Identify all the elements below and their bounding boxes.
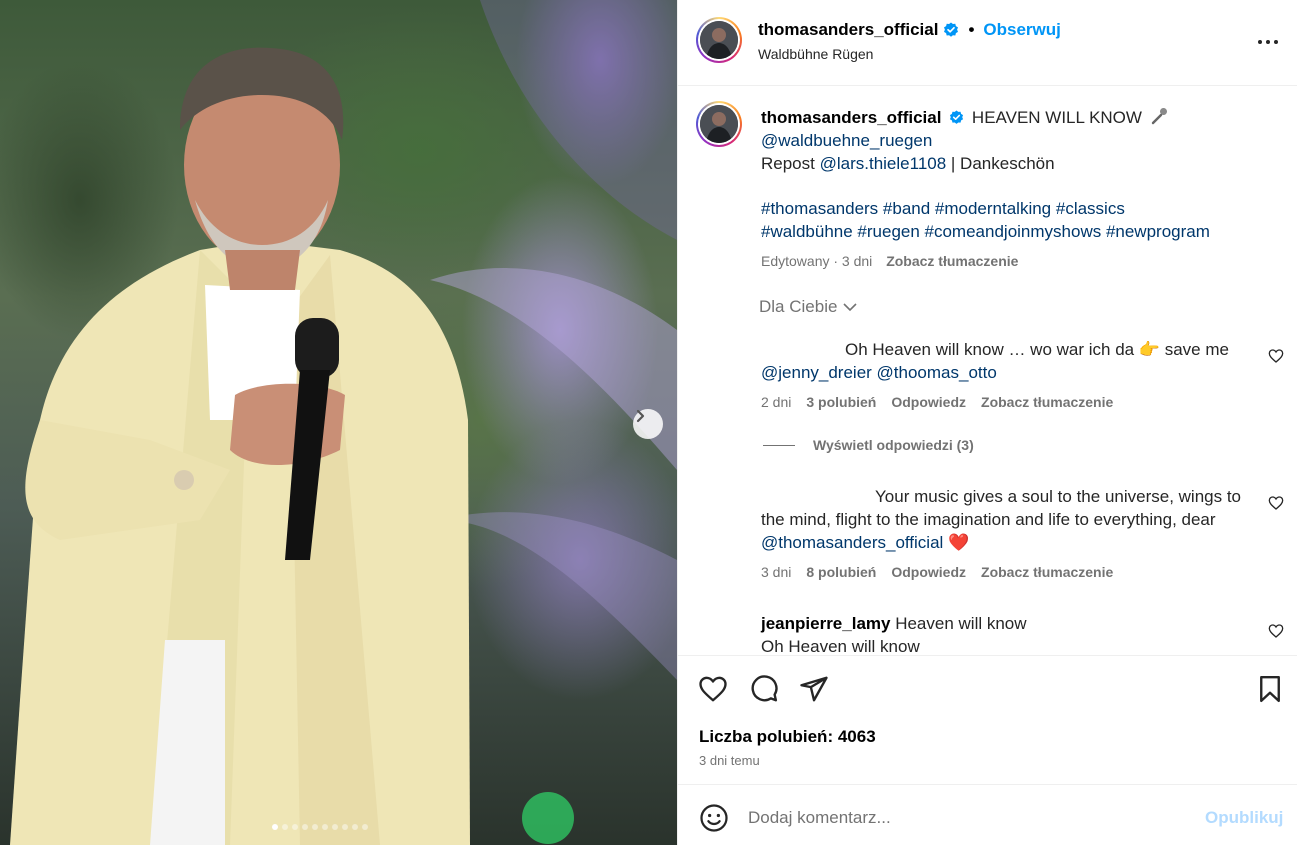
carousel-dot	[312, 824, 318, 830]
repost-mention[interactable]: @lars.thiele1108	[820, 154, 947, 173]
repost-prefix: Repost	[761, 154, 815, 173]
comment-translate-link[interactable]: Zobacz tłumaczenie	[981, 394, 1113, 410]
comment-meta-2: 3 dni 8 polubień Odpowiedz Zobacz tłumac…	[761, 564, 1113, 580]
avatar-image	[700, 21, 738, 59]
like-comment-heart-icon[interactable]	[1268, 348, 1284, 364]
view-replies-label: Wyświetl odpowiedzi (3)	[813, 437, 974, 453]
hashtags-line-2[interactable]: #waldbühne #ruegen #comeandjoinmyshows #…	[761, 220, 1271, 243]
chevron-right-icon	[636, 409, 645, 423]
comment-text: Oh Heaven will know … wo war ich da 👉 sa…	[845, 340, 1229, 359]
author-avatar[interactable]	[696, 17, 742, 63]
replies-divider	[763, 444, 795, 446]
post-location[interactable]: Waldbühne Rügen	[758, 46, 873, 62]
comment-filter-label: Dla Ciebie	[759, 297, 838, 316]
heart-emoji: ❤️	[948, 533, 970, 552]
like-comment-heart-icon[interactable]	[1268, 495, 1284, 511]
separator-dot: •	[968, 20, 975, 39]
carousel-dot	[362, 824, 368, 830]
comment-time: 2 dni	[761, 394, 792, 410]
avatar-image	[700, 105, 738, 143]
comment-mention[interactable]: @thomasanders_official	[761, 533, 943, 552]
carousel-dot	[342, 824, 348, 830]
caption-username[interactable]: thomasanders_official	[761, 108, 941, 127]
save-bookmark-icon[interactable]	[1255, 674, 1285, 704]
comment-text-line-2: the mind, flight to the imagination and …	[761, 510, 1216, 529]
comment-translate-link[interactable]: Zobacz tłumaczenie	[981, 564, 1113, 580]
verified-badge-icon	[950, 110, 964, 124]
comment-filter-dropdown[interactable]: Dla Ciebie	[759, 297, 858, 317]
likes-count[interactable]: Liczba polubień: 4063	[699, 727, 876, 747]
author-username[interactable]: thomasanders_official	[758, 20, 938, 40]
comment-body-2: Your music gives a soul to the universe,…	[761, 485, 1261, 554]
carousel-dot	[302, 824, 308, 830]
comment-text-line-1: Your music gives a soul to the universe,…	[875, 487, 1242, 506]
post-actions: Liczba polubień: 4063 3 dni temu	[678, 655, 1297, 785]
post-caption: thomasanders_official HEAVEN WILL KNOW @…	[761, 106, 1271, 273]
reply-button[interactable]: Odpowiedz	[891, 564, 966, 580]
view-replies-button[interactable]: Wyświetl odpowiedzi (3)	[763, 437, 974, 453]
caption-edited-time: Edytowany · 3 dni	[761, 253, 873, 269]
caption-author-avatar[interactable]	[696, 101, 742, 147]
chevron-down-icon	[843, 303, 858, 312]
repost-suffix: | Dankeschön	[950, 154, 1055, 173]
carousel-dot	[292, 824, 298, 830]
venue-mention[interactable]: @waldbuehne_ruegen	[761, 131, 932, 150]
add-comment-bar: Opublikuj	[678, 786, 1297, 845]
comment-body-1: Oh Heaven will know … wo war ich da 👉 sa…	[761, 338, 1261, 384]
carousel-indicator	[272, 824, 368, 830]
comment-time: 3 dni	[761, 564, 792, 580]
author-line: thomasanders_official • Obserwuj	[758, 20, 1061, 40]
publish-button[interactable]: Opublikuj	[1205, 808, 1283, 828]
comment-likes[interactable]: 3 polubień	[806, 394, 876, 410]
microphone-icon	[1151, 108, 1167, 125]
carousel-dot	[322, 824, 328, 830]
comment-bubble-icon[interactable]	[749, 674, 779, 704]
hashtags-line-1[interactable]: #thomasanders #band #moderntalking #clas…	[761, 197, 1271, 220]
post-header: thomasanders_official • Obserwuj Waldbüh…	[678, 0, 1297, 86]
post-sidebar: thomasanders_official • Obserwuj Waldbüh…	[677, 0, 1297, 845]
add-comment-input[interactable]	[748, 800, 1188, 836]
comment-likes[interactable]: 8 polubień	[806, 564, 876, 580]
post-photo[interactable]	[0, 0, 677, 845]
next-photo-button[interactable]	[633, 409, 663, 439]
caption-translate-link[interactable]: Zobacz tłumaczenie	[886, 253, 1018, 269]
comment-text-line-2: Oh Heaven will know	[761, 637, 920, 654]
emoji-picker-icon[interactable]	[699, 803, 729, 833]
caption-title: HEAVEN WILL KNOW	[971, 108, 1142, 127]
comment-username[interactable]: jeanpierre_lamy	[761, 614, 890, 633]
carousel-dot	[332, 824, 338, 830]
post-timestamp: 3 dni temu	[699, 753, 760, 768]
carousel-dot	[282, 824, 288, 830]
carousel-dot	[272, 824, 278, 830]
more-options-icon[interactable]	[1256, 30, 1280, 54]
comment-mentions[interactable]: @jenny_dreier @thoomas_otto	[761, 361, 1261, 384]
share-paper-plane-icon[interactable]	[799, 674, 829, 704]
verified-badge-icon	[944, 22, 959, 37]
comment-meta-1: 2 dni 3 polubień Odpowiedz Zobacz tłumac…	[761, 394, 1113, 410]
reply-button[interactable]: Odpowiedz	[891, 394, 966, 410]
comments-scroll-area[interactable]: thomasanders_official HEAVEN WILL KNOW @…	[678, 86, 1297, 654]
follow-button[interactable]: Obserwuj	[983, 20, 1060, 40]
carousel-dot	[352, 824, 358, 830]
photo-artwork	[10, 0, 677, 845]
comment-body-3: jeanpierre_lamy Heaven will know Oh Heav…	[761, 612, 1261, 654]
like-heart-icon[interactable]	[698, 674, 728, 704]
like-comment-heart-icon[interactable]	[1268, 623, 1284, 639]
comment-text-line-1: Heaven will know	[895, 614, 1027, 633]
